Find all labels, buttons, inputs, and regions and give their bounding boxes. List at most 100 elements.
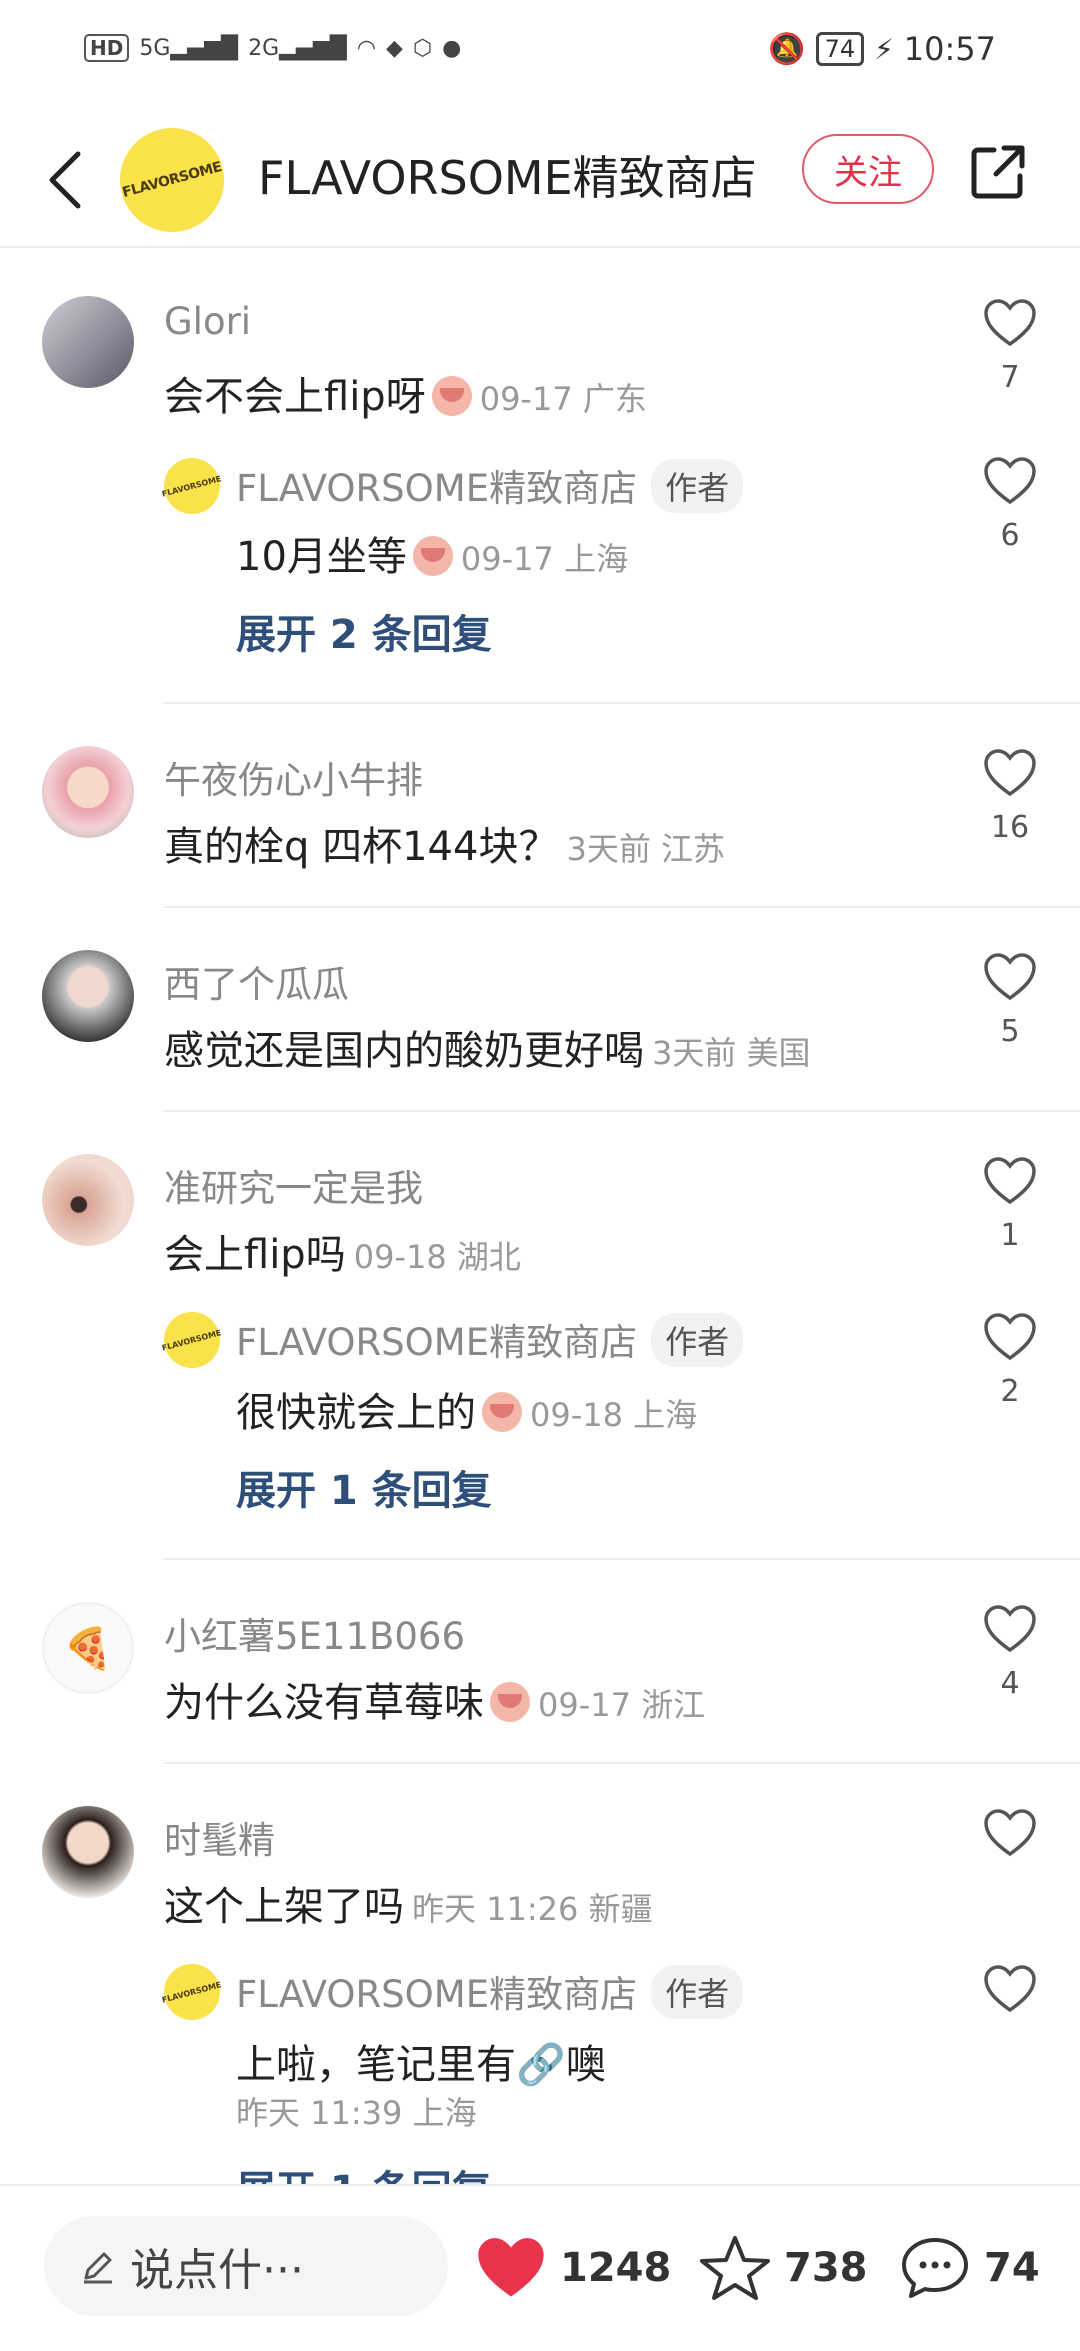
heart-outline-icon [984,749,1036,797]
heart-outline-icon [984,457,1036,505]
shy-peach-emoji-icon [482,1392,522,1432]
status-left: HD 5G▂▄▆█ 2G▂▄▆█ ◠ ◆ ⬡ ● [84,34,461,62]
comment-author[interactable]: Glori [164,300,251,343]
like-button[interactable]: 4 [980,1604,1040,1701]
shop-avatar[interactable]: FLAVORSOME [120,128,224,232]
reply-text[interactable]: 10月坐等 09-17 上海 [236,524,628,582]
divider [164,702,1080,704]
chat-notification-icon: ● [442,35,462,61]
comment-meta: 3天前 江苏 [566,830,725,868]
5g-signal-icon: 5G▂▄▆█ [139,35,239,61]
heart-outline-icon [984,953,1036,1001]
header-divider [0,246,1080,248]
reply-meta: 09-18 上海 [530,1396,698,1434]
reply-author[interactable]: FLAVORSOME精致商店 作者 [236,1312,744,1367]
heart-outline-icon [984,1157,1036,1205]
like-button[interactable]: 7 [980,298,1040,395]
mute-bell-icon: 🔕 [768,31,806,67]
heart-outline-icon [984,1313,1036,1361]
like-count: 2 [1000,1374,1020,1409]
divider [164,1558,1080,1560]
like-count: 6 [1000,518,1020,553]
comment-meta: 09-18 湖北 [353,1238,521,1276]
follow-button[interactable]: 关注 [802,134,934,204]
divider [164,1110,1080,1112]
comment-author[interactable]: 准研究一定是我 [164,1158,423,1212]
comment-author[interactable]: 小红薯5E11B066 [164,1606,465,1660]
star-stat-button[interactable]: 738 [698,2234,868,2302]
comment-text[interactable]: 会上flip吗 09-18 湖北 [164,1222,521,1280]
heart-filled-icon [478,2238,544,2297]
expand-replies-link[interactable]: 展开 2 条回复 [236,602,492,660]
comment-bubble-icon [902,2238,968,2298]
comment-placeholder: 说点什··· [130,2245,304,2296]
reply-meta: 09-17 上海 [460,540,629,578]
comment-text[interactable]: 真的栓q 四杯144块？ 3天前 江苏 [164,814,725,872]
reply-like-button[interactable]: 6 [980,456,1040,553]
crying-peach-emoji-icon [431,376,472,416]
reply-text[interactable]: 上啦，笔记里有🔗噢 [236,2032,606,2090]
status-right: 🔕 74 ⚡ 10:57 [768,30,996,68]
comment-total: 74 [984,2245,1040,2291]
comment-text[interactable]: 会不会上flip呀 09-17 广东 [164,364,647,422]
comment-meta: 09-17 浙江 [538,1686,706,1724]
like-count: 7 [1000,360,1020,395]
battery-icon: 74 [815,32,865,66]
author-badge: 作者 [651,459,744,513]
comment-input[interactable]: 说点什··· [44,2216,448,2316]
comment-author[interactable]: 西了个瓜瓜 [164,954,349,1008]
reply-like-button[interactable]: 2 [980,1312,1040,1409]
comment-author[interactable]: 时髦精 [164,1810,275,1864]
reply-avatar[interactable]: FLAVORSOME [161,458,223,514]
like-button[interactable]: 5 [980,952,1040,1049]
reply-like-button[interactable] [980,1964,1040,2018]
comment-stat-button[interactable]: 74 [898,2234,1040,2302]
divider [164,1762,1080,1764]
comment-text[interactable]: 感觉还是国内的酸奶更好喝 3天前 美国 [164,1018,811,1076]
reply-avatar[interactable]: FLAVORSOME [161,1964,223,2020]
heart-outline-icon [984,1809,1036,1857]
comment-meta: 09-17 广东 [479,380,647,418]
avatar[interactable] [42,296,134,388]
comment-text[interactable]: 这个上架了吗 昨天 11:26 新疆 [164,1874,653,1932]
back-arrow-icon[interactable] [38,142,98,218]
peach-bath-emoji-icon [490,1682,530,1722]
charging-icon: ⚡ [874,32,894,66]
heart-outline-icon [984,1605,1036,1653]
shop-title[interactable]: FLAVORSOME精致商店 [258,142,757,208]
avatar[interactable] [42,1154,134,1246]
heart-outline-icon [984,299,1036,347]
reply-author[interactable]: FLAVORSOME精致商店 作者 [236,1964,744,2019]
hd-indicator: HD [84,34,130,62]
2g-signal-icon: 2G▂▄▆█ [248,35,347,61]
like-stat-button[interactable]: 1248 [474,2234,671,2302]
like-total: 1248 [560,2245,672,2291]
author-badge: 作者 [651,1965,744,2019]
like-button[interactable] [980,1808,1040,1862]
app-notification-icon: ◆ [386,35,403,61]
reply-text[interactable]: 很快就会上的 09-18 上海 [236,1380,697,1438]
like-count: 16 [990,810,1030,845]
wifi-icon: ◠ [356,35,377,61]
comment-author[interactable]: 午夜伤心小牛排 [164,750,423,804]
shield-icon: ⬡ [412,35,433,61]
like-count: 1 [1000,1218,1020,1253]
avatar[interactable] [42,950,134,1042]
status-bar: HD 5G▂▄▆█ 2G▂▄▆█ ◠ ◆ ⬡ ● 🔕 74 ⚡ 10:57 [0,0,1080,112]
like-count: 5 [1000,1014,1020,1049]
comment-text[interactable]: 为什么没有草莓味 09-17 浙江 [164,1670,705,1728]
like-button[interactable]: 16 [980,748,1040,845]
expand-replies-link[interactable]: 展开 1 条回复 [236,1458,492,1516]
pencil-icon [84,2252,112,2284]
clock: 10:57 [903,30,996,68]
reply-author[interactable]: FLAVORSOME精致商店 作者 [236,458,744,513]
share-icon[interactable] [966,140,1030,204]
star-total: 738 [784,2245,868,2291]
divider [164,906,1080,908]
avatar[interactable] [42,746,134,838]
like-button[interactable]: 1 [980,1156,1040,1253]
comment-meta: 3天前 美国 [652,1034,811,1072]
reply-avatar[interactable]: FLAVORSOME [161,1312,223,1368]
avatar[interactable]: 🍕 [42,1602,134,1694]
avatar[interactable] [42,1806,134,1898]
